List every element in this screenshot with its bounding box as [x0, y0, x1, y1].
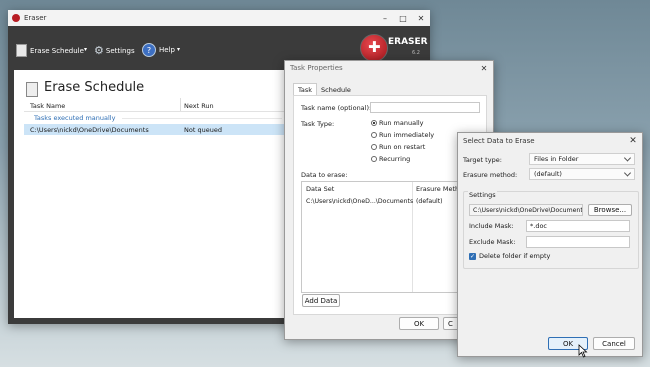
page-title: Erase Schedule [44, 80, 145, 95]
data-set-cell: C:\Users\nickd\OneD...\Documents [306, 198, 414, 205]
data-set-column-header[interactable]: Data Set [306, 185, 334, 193]
run-immediately-radio[interactable] [371, 132, 377, 138]
table-row[interactable]: C:\Users\nickd\OneDrive\Documents Not qu… [24, 124, 304, 135]
task-group-line [122, 118, 282, 119]
tab-schedule[interactable]: Schedule [321, 86, 351, 94]
next-run-cell: Not queued [184, 126, 222, 134]
task-type-label: Task Type: [301, 120, 335, 128]
column-header-task-name[interactable]: Task Name [30, 102, 65, 110]
select-data-title: Select Data to Erase [463, 137, 535, 145]
data-row[interactable]: C:\Users\nickd\OneD...\Documents (defaul… [302, 197, 480, 207]
browse-button[interactable]: Browse... [588, 204, 632, 216]
target-type-select[interactable]: Files in Folder [529, 153, 635, 165]
maximize-icon[interactable]: □ [394, 10, 412, 26]
delete-folder-checkbox[interactable]: ✓ [469, 253, 476, 260]
data-to-erase-label: Data to erase: [301, 171, 348, 179]
task-properties-titlebar: Task Properties [285, 61, 493, 75]
eraser-titlebar: Eraser [8, 10, 430, 26]
eraser-logo: ✚ [360, 34, 388, 62]
include-mask-input[interactable]: *.doc [526, 220, 630, 232]
recurring-label[interactable]: Recurring [379, 155, 410, 163]
erasure-method-select[interactable]: (default) [529, 168, 635, 180]
close-icon[interactable]: ✕ [412, 10, 430, 26]
settings-group-label: Settings [468, 191, 497, 199]
chevron-down-icon [623, 154, 632, 162]
target-type-label: Target type: [463, 156, 502, 164]
select-data-close-icon[interactable]: ✕ [624, 133, 642, 149]
add-data-button[interactable]: Add Data [302, 294, 340, 307]
erasure-method-label: Erasure method: [463, 171, 518, 179]
select-data-cancel-button[interactable]: Cancel [593, 337, 635, 350]
erase-schedule-dropdown-icon[interactable]: ▾ [84, 46, 87, 53]
ok-button[interactable]: OK [399, 317, 439, 330]
task-properties-title: Task Properties [290, 64, 343, 72]
run-manually-label[interactable]: Run manually [379, 119, 424, 127]
minimize-icon[interactable]: – [376, 10, 394, 26]
column-divider [180, 98, 181, 112]
delete-folder-label[interactable]: Delete folder if empty [479, 252, 550, 260]
logo-cross-icon: ✚ [368, 38, 381, 56]
run-on-restart-radio[interactable] [371, 144, 377, 150]
task-properties-close-icon[interactable]: ✕ [475, 61, 493, 75]
erase-schedule-button[interactable]: Erase Schedule [16, 44, 84, 57]
eraser-app-icon [12, 14, 20, 22]
schedule-heading-icon [26, 82, 38, 97]
erasure-method-cell: (default) [416, 198, 443, 205]
run-immediately-label[interactable]: Run immediately [379, 131, 434, 139]
eraser-window-title: Eraser [24, 14, 47, 22]
gear-icon: ⚙ [94, 44, 104, 57]
column-header-next-run[interactable]: Next Run [184, 102, 214, 110]
task-name-cell: C:\Users\nickd\OneDrive\Documents [30, 126, 149, 134]
select-data-window: Select Data to Erase ✕ Target type: File… [457, 132, 643, 357]
task-name-input[interactable] [370, 102, 480, 113]
task-name-label: Task name (optional): [301, 104, 372, 112]
exclude-mask-input[interactable] [526, 236, 630, 248]
run-on-restart-label[interactable]: Run on restart [379, 143, 425, 151]
task-group-header: Tasks executed manually [34, 114, 116, 122]
run-manually-radio[interactable] [371, 120, 377, 126]
mouse-cursor-icon [578, 344, 588, 358]
schedule-icon [16, 44, 27, 57]
settings-group: Settings C:\Users\nickd\OneDrive\Documen… [463, 191, 639, 269]
folder-path-input[interactable]: C:\Users\nickd\OneDrive\Documents [469, 204, 583, 216]
settings-button[interactable]: ⚙ Settings [94, 44, 135, 57]
select-data-titlebar: Select Data to Erase [458, 133, 642, 149]
help-icon: ? [142, 43, 156, 57]
data-list[interactable]: Data Set Erasure Method C:\Users\nickd\O… [301, 181, 483, 293]
help-dropdown-icon[interactable]: ▾ [177, 46, 180, 53]
eraser-logo-text: ERASER [388, 37, 428, 47]
chevron-down-icon [623, 169, 632, 177]
exclude-mask-label: Exclude Mask: [469, 238, 516, 246]
eraser-logo-version: 6.2 [412, 50, 420, 56]
recurring-radio[interactable] [371, 156, 377, 162]
include-mask-label: Include Mask: [469, 222, 514, 230]
help-button[interactable]: ? Help [142, 43, 175, 57]
